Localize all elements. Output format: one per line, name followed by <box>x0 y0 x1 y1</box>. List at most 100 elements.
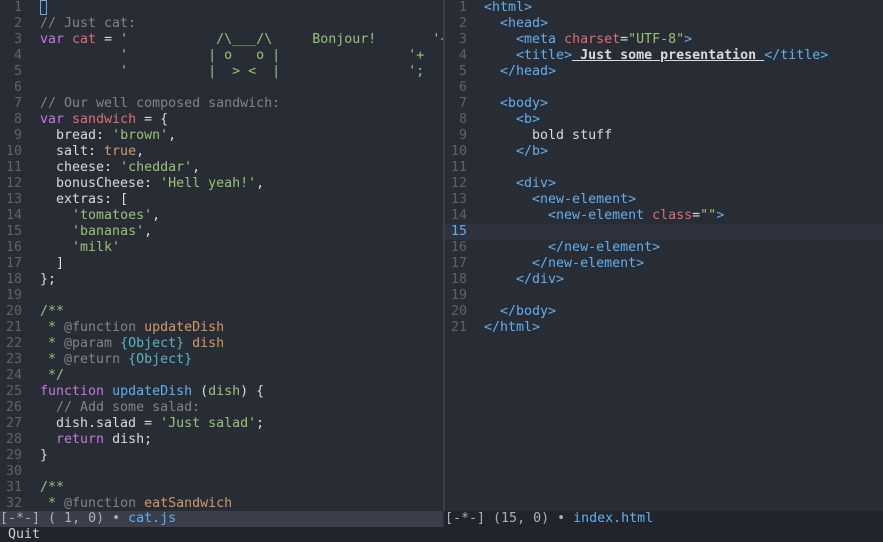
code-token: 'bananas' <box>72 224 145 239</box>
code-line[interactable]: 19 <box>445 288 883 304</box>
code-text: ' | o o | '+ <box>40 48 424 64</box>
code-line[interactable]: 12 bonusCheese: 'Hell yeah!', <box>0 176 443 192</box>
code-line[interactable]: 13 <new-element> <box>445 192 883 208</box>
line-number: 32 <box>5 496 22 511</box>
code-line[interactable]: 3 <meta charset="UTF-8"> <box>445 32 883 48</box>
code-text: <div> <box>484 176 556 192</box>
code-line[interactable]: 11 cheese: 'cheddar', <box>0 160 443 176</box>
code-line[interactable]: 20 /** <box>0 304 443 320</box>
modeline-right: [-*-] (15, 0) • index.html <box>445 511 883 527</box>
code-line[interactable]: 9 bread: 'brown', <box>0 128 443 144</box>
code-token: = { <box>136 112 169 127</box>
code-line[interactable]: 21 * @function updateDish <box>0 320 443 336</box>
line-number: 18 <box>450 272 467 287</box>
code-text: </head> <box>484 64 556 80</box>
code-token: ; <box>256 416 265 431</box>
code-line[interactable]: 7 <body> <box>445 96 883 112</box>
code-text: /** <box>40 304 64 320</box>
code-token: , <box>152 208 161 223</box>
code-line[interactable]: 4 <title> Just some presentation </title… <box>445 48 883 64</box>
line-number: 17 <box>450 256 467 271</box>
line-number: 14 <box>5 208 22 223</box>
code-text: </new-element> <box>484 256 644 272</box>
code-line[interactable]: 6 <box>0 80 443 96</box>
buffer-name[interactable]: index.html <box>573 511 653 526</box>
code-line[interactable]: 17 </new-element> <box>445 256 883 272</box>
code-line[interactable]: 29} <box>0 448 443 464</box>
line-number: 6 <box>13 80 22 95</box>
code-token: > <box>716 208 725 223</box>
line-number: 5 <box>458 64 467 79</box>
code-line[interactable]: 6 <box>445 80 883 96</box>
code-line[interactable]: 16 </new-element> <box>445 240 883 256</box>
code-line[interactable]: 2 <head> <box>445 16 883 32</box>
code-token: , <box>168 128 177 143</box>
left-editor-pane[interactable]: 1 2 // Just cat: 3 var cat = ' /\___/\ Bonjo… <box>0 0 443 511</box>
line-number: 22 <box>5 336 22 351</box>
code-line[interactable]: 4 ' | o o | '+ <box>0 48 443 64</box>
code-line[interactable]: 28 return dish; <box>0 432 443 448</box>
code-token: bonusCheese: <box>40 176 161 191</box>
code-line[interactable]: 5 ' | > < | '; <box>0 64 443 80</box>
code-line[interactable]: 5 </head> <box>445 64 883 80</box>
line-number: 9 <box>458 128 467 143</box>
code-line[interactable]: 12 <div> <box>445 176 883 192</box>
code-line[interactable]: 1 <html> <box>445 0 883 16</box>
code-token: /** <box>40 480 65 495</box>
code-line[interactable]: 8 <b> <box>445 112 883 128</box>
code-line[interactable]: 1 <box>0 0 443 16</box>
code-line[interactable]: 14 'tomatoes', <box>0 208 443 224</box>
code-line[interactable]: 16 'milk' <box>0 240 443 256</box>
code-line[interactable]: 32 * @function eatSandwich <box>0 496 443 511</box>
buffer-name[interactable]: cat.js <box>128 511 176 526</box>
code-line[interactable]: 20 </body> <box>445 304 883 320</box>
code-line[interactable]: 14 <new-element class=""> <box>445 208 883 224</box>
code-text: salt: true, <box>40 144 144 160</box>
code-line[interactable]: 13 extras: [ <box>0 192 443 208</box>
line-number: 25 <box>5 384 22 399</box>
code-line[interactable]: 30 <box>0 464 443 480</box>
code-line[interactable]: 27 dish.salad = 'Just salad'; <box>0 416 443 432</box>
code-line[interactable]: 10 salt: true, <box>0 144 443 160</box>
code-token: </new-element> <box>484 256 645 271</box>
code-token: charset <box>564 32 621 47</box>
code-token: ' | > < | '; <box>40 64 425 79</box>
code-line[interactable]: 15 'bananas', <box>0 224 443 240</box>
code-line[interactable]: 11 <box>445 160 883 176</box>
code-line[interactable]: 21 </html> <box>445 320 883 336</box>
code-line[interactable]: 18 </div> <box>445 272 883 288</box>
code-line[interactable]: 8 var sandwich = { <box>0 112 443 128</box>
code-line[interactable]: 18}; <box>0 272 443 288</box>
code-text: <b> <box>484 112 540 128</box>
minibuffer-message: Quit <box>8 527 41 542</box>
code-line[interactable]: 7 // Our well composed sandwich: <box>0 96 443 112</box>
code-line[interactable]: 3 var cat = ' /\___/\ Bonjour! '+ <box>0 32 443 48</box>
right-editor-pane[interactable]: 1 <html> 2 <head> 3 <meta charset="UTF-8"> 4… <box>445 0 883 511</box>
line-number: 3 <box>13 32 22 47</box>
code-token: bold stuff <box>484 128 613 143</box>
code-token: 'brown' <box>112 128 169 143</box>
code-line[interactable]: 19 <box>0 288 443 304</box>
code-token: <new-element <box>484 208 653 223</box>
code-token: Just some presentation <box>572 48 765 63</box>
line-number: 17 <box>5 256 22 271</box>
code-line[interactable]: 15 <box>445 224 883 240</box>
minibuffer[interactable]: Quit <box>0 527 883 542</box>
line-number: 27 <box>5 416 22 431</box>
code-line[interactable]: 9 bold stuff <box>445 128 883 144</box>
code-token: * <box>40 352 65 367</box>
code-line[interactable]: 10 </b> <box>445 144 883 160</box>
code-token: @function <box>64 496 137 511</box>
code-line[interactable]: 25 function updateDish (dish) { <box>0 384 443 400</box>
code-line[interactable]: 17 ] <box>0 256 443 272</box>
code-line[interactable]: 26 // Add some salad: <box>0 400 443 416</box>
code-line[interactable]: 24 */ <box>0 368 443 384</box>
code-line[interactable]: 22 * @param {Object} dish <box>0 336 443 352</box>
code-line[interactable]: 23 * @return {Object} <box>0 352 443 368</box>
code-line[interactable]: 2 // Just cat: <box>0 16 443 32</box>
code-line[interactable]: 31 /** <box>0 480 443 496</box>
code-token: ( <box>192 384 209 399</box>
line-number: 6 <box>458 80 467 95</box>
code-token: ' /\___/\ Bonjour! '+ <box>120 32 443 47</box>
